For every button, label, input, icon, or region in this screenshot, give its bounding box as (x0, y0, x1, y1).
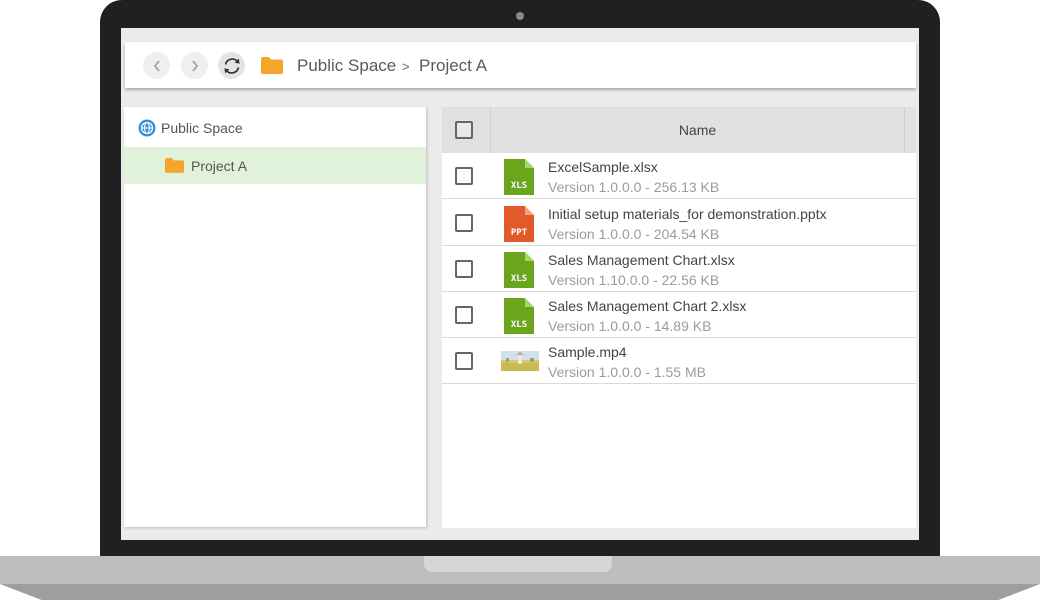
row-checkbox[interactable] (455, 306, 473, 324)
file-version-size: Version 1.10.0.0 - 22.56 KB (548, 272, 720, 288)
file-name[interactable]: Sample.mp4 (548, 344, 627, 360)
folder-icon (165, 158, 184, 173)
tree-item-label: Project A (191, 158, 248, 174)
webcam (516, 12, 524, 20)
file-row[interactable]: PPT Initial setup materials_for demonstr… (442, 200, 916, 246)
refresh-icon (223, 57, 240, 74)
select-all-checkbox[interactable] (455, 121, 473, 139)
laptop-base-bottom (0, 584, 1040, 600)
svg-text:XLS: XLS (511, 274, 527, 284)
globe-icon (138, 119, 156, 137)
file-name[interactable]: Initial setup materials_for demonstratio… (548, 206, 827, 222)
back-button[interactable] (143, 52, 170, 79)
forward-button[interactable] (181, 52, 208, 79)
refresh-button[interactable] (218, 52, 245, 79)
file-version-size: Version 1.0.0.0 - 256.13 KB (548, 179, 720, 195)
file-version-size: Version 1.0.0.0 - 1.55 MB (548, 364, 706, 380)
select-all-cell (442, 107, 491, 153)
column-header-name[interactable]: Name (491, 107, 905, 153)
excel-file-icon: XLS (504, 298, 534, 334)
breadcrumb-current: Project A (419, 56, 488, 75)
file-version-size: Version 1.0.0.0 - 14.89 KB (548, 318, 712, 334)
tree-item-public-space[interactable]: Public Space (124, 107, 426, 147)
row-checkbox[interactable] (455, 167, 473, 185)
file-list: Name XLS ExcelSample.xlsx Version 1.0.0.… (442, 107, 916, 528)
chevron-right-icon (191, 60, 198, 71)
row-checkbox[interactable] (455, 260, 473, 278)
excel-file-icon: XLS (504, 252, 534, 288)
breadcrumb-separator: > (402, 59, 410, 74)
svg-text:PPT: PPT (511, 228, 528, 238)
file-row[interactable]: XLS ExcelSample.xlsx Version 1.0.0.0 - 2… (442, 153, 916, 199)
file-row[interactable]: XLS Sales Management Chart 2.xlsx Versio… (442, 292, 916, 338)
excel-file-icon: XLS (504, 159, 534, 195)
file-row[interactable]: Sample.mp4 Version 1.0.0.0 - 1.55 MB (442, 338, 916, 384)
laptop-base (0, 556, 1040, 600)
folder-icon (261, 57, 283, 74)
row-checkbox[interactable] (455, 214, 473, 232)
laptop-notch (424, 556, 612, 572)
file-row[interactable]: XLS Sales Management Chart.xlsx Version … (442, 246, 916, 292)
row-checkbox[interactable] (455, 352, 473, 370)
powerpoint-file-icon: PPT (504, 206, 534, 242)
svg-text:XLS: XLS (511, 320, 527, 330)
app-screen: Public Space > Project A Public Space Pr… (121, 28, 919, 540)
chevron-left-icon (153, 60, 160, 71)
file-name[interactable]: Sales Management Chart 2.xlsx (548, 298, 746, 314)
tree-item-label: Public Space (161, 120, 243, 136)
video-thumbnail (501, 351, 539, 371)
breadcrumb-root[interactable]: Public Space (297, 56, 396, 76)
file-list-header: Name (442, 107, 916, 153)
file-name[interactable]: ExcelSample.xlsx (548, 159, 658, 175)
folder-tree: Public Space Project A (124, 107, 426, 527)
file-version-size: Version 1.0.0.0 - 204.54 KB (548, 226, 720, 242)
tree-item-project-a[interactable]: Project A (124, 147, 426, 184)
file-name[interactable]: Sales Management Chart.xlsx (548, 252, 735, 268)
svg-text:XLS: XLS (511, 181, 527, 191)
toolbar: Public Space > Project A (125, 42, 916, 88)
